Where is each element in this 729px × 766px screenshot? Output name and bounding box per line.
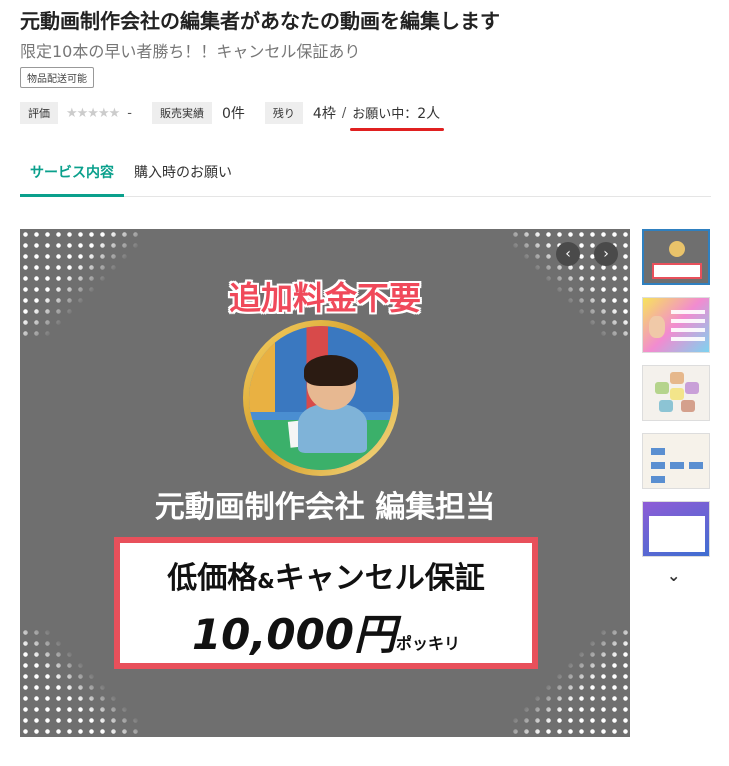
- carousel-next-icon[interactable]: ›: [594, 242, 618, 266]
- chevron-down-icon[interactable]: ⌄: [667, 566, 680, 585]
- image-company-line: 元動画制作会社 編集担当: [154, 490, 496, 525]
- offer-price-suffix: ポッキリ: [396, 634, 461, 653]
- shipping-badge: 物品配送可能: [20, 67, 94, 88]
- stats-divider: /: [341, 105, 347, 121]
- rating-stars-icon: ★★★★★: [66, 105, 120, 121]
- offer-cancel-guarantee: キャンセル保証: [274, 561, 485, 596]
- offer-low-price: 低価格: [167, 561, 258, 596]
- offer-amp: &: [257, 569, 275, 593]
- thumbnail-5[interactable]: [642, 501, 710, 557]
- sales-label: 販売実績: [151, 102, 212, 124]
- stats-bar: 評価 ★★★★★ - 販売実績 0件 残り 4枠 / お願い中：2人: [20, 102, 445, 131]
- thumbnail-list: [642, 229, 710, 569]
- thumbnail-4[interactable]: [642, 433, 710, 489]
- thumbnail-1[interactable]: [642, 229, 710, 285]
- page-subtitle: 限定10本の早い者勝ち！！キャンセル保証あり: [20, 42, 361, 61]
- page-title: 元動画制作会社の編集者があなたの動画を編集します: [20, 9, 500, 33]
- offer-line-2: 10,000円ポッキリ: [120, 601, 532, 662]
- service-tabs: サービス内容 購入時のお願い: [20, 150, 711, 197]
- remaining-value: 4枠: [312, 106, 336, 122]
- rating-value: -: [127, 105, 132, 121]
- sales-value: 0件: [221, 106, 245, 122]
- offer-line-1: 低価格&キャンセル保証: [120, 553, 532, 597]
- thumbnail-3[interactable]: [642, 365, 710, 421]
- wish-value: 2人: [417, 106, 441, 122]
- child-photo: [243, 320, 399, 476]
- tab-purchase-requests[interactable]: 購入時のお願い: [124, 150, 242, 197]
- wish-count: お願い中：2人: [350, 103, 445, 131]
- tab-service-details[interactable]: サービス内容: [20, 150, 124, 197]
- remaining-label: 残り: [264, 102, 303, 124]
- wish-label: お願い中：: [352, 107, 418, 122]
- offer-box: 低価格&キャンセル保証 10,000円ポッキリ: [114, 537, 538, 669]
- wish-underline: [350, 128, 445, 131]
- thumbnail-2[interactable]: [642, 297, 710, 353]
- image-headline: 追加料金不要: [228, 279, 421, 317]
- rating-label: 評価: [20, 102, 58, 124]
- offer-price: 10,000円: [191, 610, 397, 659]
- carousel-prev-icon[interactable]: ‹: [556, 242, 580, 266]
- main-service-image[interactable]: 追加料金不要 元動画制作会社 編集担当 低価格&キャンセル保証 10,000円ポ…: [20, 229, 630, 737]
